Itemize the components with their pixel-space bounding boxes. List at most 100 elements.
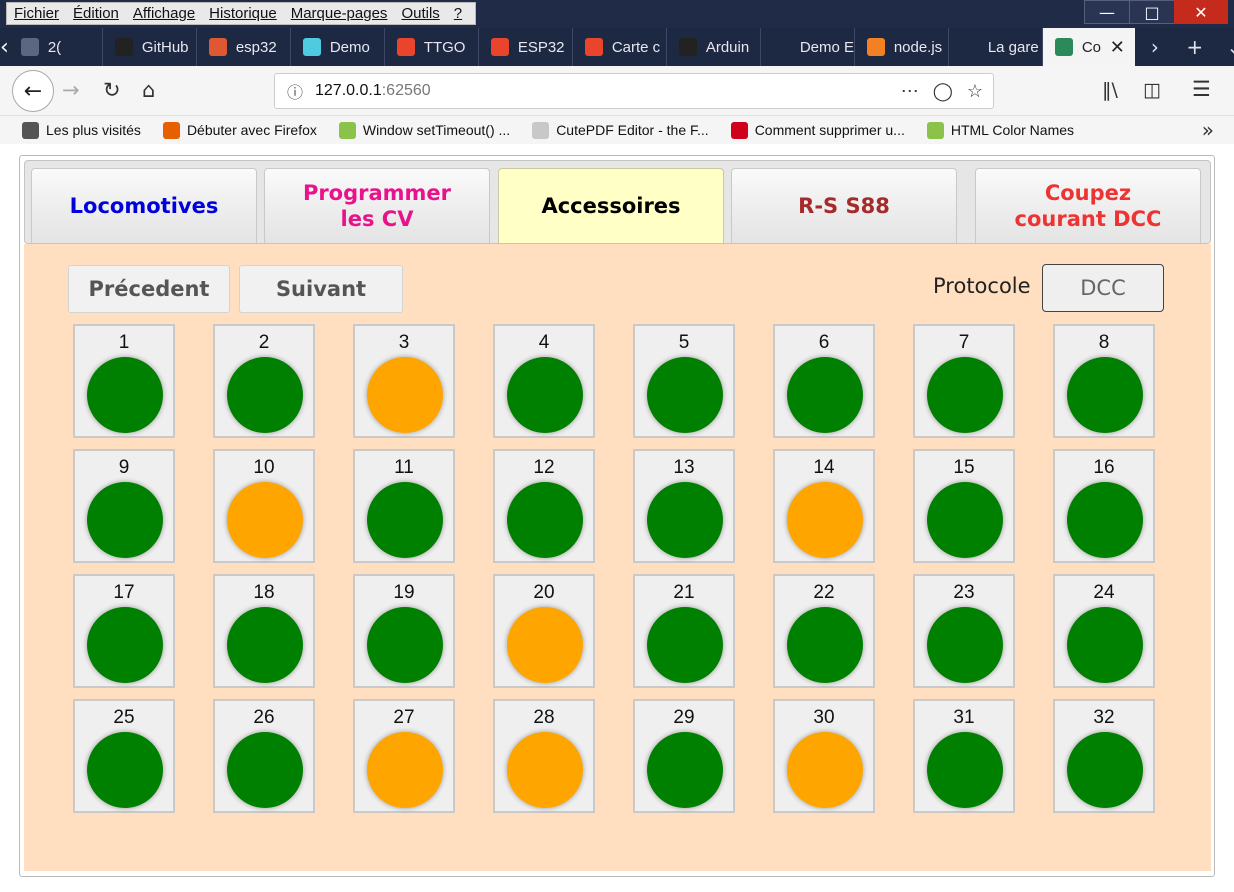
- accessory-status-lamp: [227, 482, 303, 558]
- accessory-button[interactable]: 5: [633, 324, 735, 438]
- accessory-button[interactable]: 23: [913, 574, 1015, 688]
- browser-tab[interactable]: La gare de: [949, 28, 1043, 66]
- accessory-button[interactable]: 11: [353, 449, 455, 563]
- accessory-button[interactable]: 14: [773, 449, 875, 563]
- accessory-button[interactable]: 20: [493, 574, 595, 688]
- window-controls: — □ ✕: [1084, 0, 1228, 24]
- home-icon[interactable]: ⌂: [142, 78, 155, 102]
- bookmark-item[interactable]: Comment supprimer u...: [709, 121, 905, 139]
- menu-item[interactable]: Fichier: [7, 5, 66, 22]
- menu-item[interactable]: Marque-pages: [284, 5, 395, 22]
- accessory-button[interactable]: 15: [913, 449, 1015, 563]
- url-bar[interactable]: ⓘ 127.0.0.1:62560 ⋯ ◯ ☆: [274, 73, 994, 109]
- tab-scroll-left-icon[interactable]: ‹: [0, 28, 9, 66]
- bookmark-item[interactable]: Débuter avec Firefox: [141, 121, 317, 139]
- bookmark-item[interactable]: CutePDF Editor - the F...: [510, 121, 709, 139]
- previous-button[interactable]: Précedent: [68, 265, 230, 313]
- app-nav-tab[interactable]: Coupez courant DCC: [975, 168, 1201, 243]
- accessory-number: 11: [394, 457, 414, 478]
- accessory-button[interactable]: 17: [73, 574, 175, 688]
- accessory-button[interactable]: 7: [913, 324, 1015, 438]
- accessory-button[interactable]: 25: [73, 699, 175, 813]
- github-icon: [678, 38, 697, 56]
- accessory-number: 21: [673, 582, 695, 603]
- page-actions-icon[interactable]: ⋯: [901, 81, 919, 102]
- close-tab-icon[interactable]: ✕: [1110, 37, 1125, 58]
- browser-tab[interactable]: Demo: [291, 28, 385, 66]
- accessory-button[interactable]: 31: [913, 699, 1015, 813]
- accessory-button[interactable]: 12: [493, 449, 595, 563]
- browser-tab[interactable]: Arduin: [667, 28, 761, 66]
- next-button[interactable]: Suivant: [239, 265, 403, 313]
- app-nav-tab[interactable]: Accessoires: [498, 168, 724, 243]
- accessory-button[interactable]: 30: [773, 699, 875, 813]
- app-nav-tab[interactable]: Locomotives: [31, 168, 257, 243]
- library-icon[interactable]: ‖\: [1102, 79, 1118, 101]
- hamburger-menu-icon[interactable]: ☰: [1192, 77, 1211, 101]
- reload-icon[interactable]: ↻: [103, 78, 121, 102]
- accessory-button[interactable]: 19: [353, 574, 455, 688]
- ta-icon: [730, 121, 748, 139]
- browser-tab[interactable]: 2(: [9, 28, 103, 66]
- browser-tab[interactable]: node.js: [855, 28, 949, 66]
- accessory-button[interactable]: 10: [213, 449, 315, 563]
- browser-tab[interactable]: Demo ESP: [761, 28, 855, 66]
- app-nav-tab[interactable]: Programmer les CV: [264, 168, 490, 243]
- bookmark-item[interactable]: HTML Color Names: [905, 121, 1074, 139]
- back-arrow-icon[interactable]: ←: [12, 70, 54, 112]
- locomotive-icon: [1054, 38, 1073, 56]
- pdf-icon: [532, 121, 550, 139]
- menu-item[interactable]: Historique: [202, 5, 284, 22]
- protocol-field[interactable]: DCC: [1042, 264, 1164, 312]
- accessory-button[interactable]: 22: [773, 574, 875, 688]
- accessory-status-lamp: [927, 607, 1003, 683]
- browser-tab[interactable]: Carte c: [573, 28, 667, 66]
- accessory-button[interactable]: 26: [213, 699, 315, 813]
- accessory-button[interactable]: 18: [213, 574, 315, 688]
- accessory-button[interactable]: 3: [353, 324, 455, 438]
- browser-tab[interactable]: ESP32: [479, 28, 573, 66]
- accessory-button[interactable]: 16: [1053, 449, 1155, 563]
- accessory-button[interactable]: 6: [773, 324, 875, 438]
- bookmarks-overflow-icon[interactable]: »: [1202, 118, 1214, 142]
- accessory-button[interactable]: 4: [493, 324, 595, 438]
- app-nav-tab[interactable]: R-S S88: [731, 168, 957, 243]
- accessory-button[interactable]: 21: [633, 574, 735, 688]
- browser-tab[interactable]: Co ✕: [1042, 28, 1135, 66]
- menu-item[interactable]: Édition: [66, 5, 126, 22]
- site-info-icon[interactable]: ⓘ: [275, 79, 315, 103]
- accessory-button[interactable]: 8: [1053, 324, 1155, 438]
- minimize-icon[interactable]: —: [1084, 0, 1130, 24]
- sidebar-icon[interactable]: ◫: [1143, 79, 1161, 101]
- accessory-button[interactable]: 24: [1053, 574, 1155, 688]
- accessory-button[interactable]: 1: [73, 324, 175, 438]
- maximize-icon[interactable]: □: [1129, 0, 1175, 24]
- accessory-status-lamp: [1067, 482, 1143, 558]
- tab-title: Carte c: [611, 38, 661, 56]
- tab-scroll-right-icon[interactable]: ›: [1135, 35, 1175, 59]
- bookmark-item[interactable]: Les plus visités: [0, 121, 141, 139]
- forward-arrow-icon[interactable]: →: [62, 78, 80, 102]
- accessory-status-lamp: [787, 357, 863, 433]
- menu-item[interactable]: Affichage: [126, 5, 202, 22]
- bookmark-star-icon[interactable]: ☆: [967, 81, 983, 102]
- browser-tab[interactable]: TTGO: [385, 28, 479, 66]
- tab-list-chevron-icon[interactable]: ⌄: [1215, 35, 1234, 59]
- accessory-button[interactable]: 13: [633, 449, 735, 563]
- browser-tab[interactable]: esp32: [197, 28, 291, 66]
- accessory-number: 9: [118, 457, 130, 478]
- pocket-icon[interactable]: ◯: [933, 81, 953, 102]
- accessory-button[interactable]: 27: [353, 699, 455, 813]
- bookmark-item[interactable]: Window setTimeout() ...: [317, 121, 510, 139]
- browser-tab[interactable]: GitHub: [103, 28, 197, 66]
- accessory-button[interactable]: 29: [633, 699, 735, 813]
- accessory-button[interactable]: 2: [213, 324, 315, 438]
- close-window-icon[interactable]: ✕: [1174, 0, 1228, 24]
- protocol-label: Protocole: [933, 274, 1031, 298]
- new-tab-icon[interactable]: +: [1175, 35, 1215, 59]
- menu-item[interactable]: Outils: [394, 5, 446, 22]
- accessory-button[interactable]: 9: [73, 449, 175, 563]
- accessory-button[interactable]: 28: [493, 699, 595, 813]
- accessory-button[interactable]: 32: [1053, 699, 1155, 813]
- menu-item[interactable]: ?: [447, 5, 469, 22]
